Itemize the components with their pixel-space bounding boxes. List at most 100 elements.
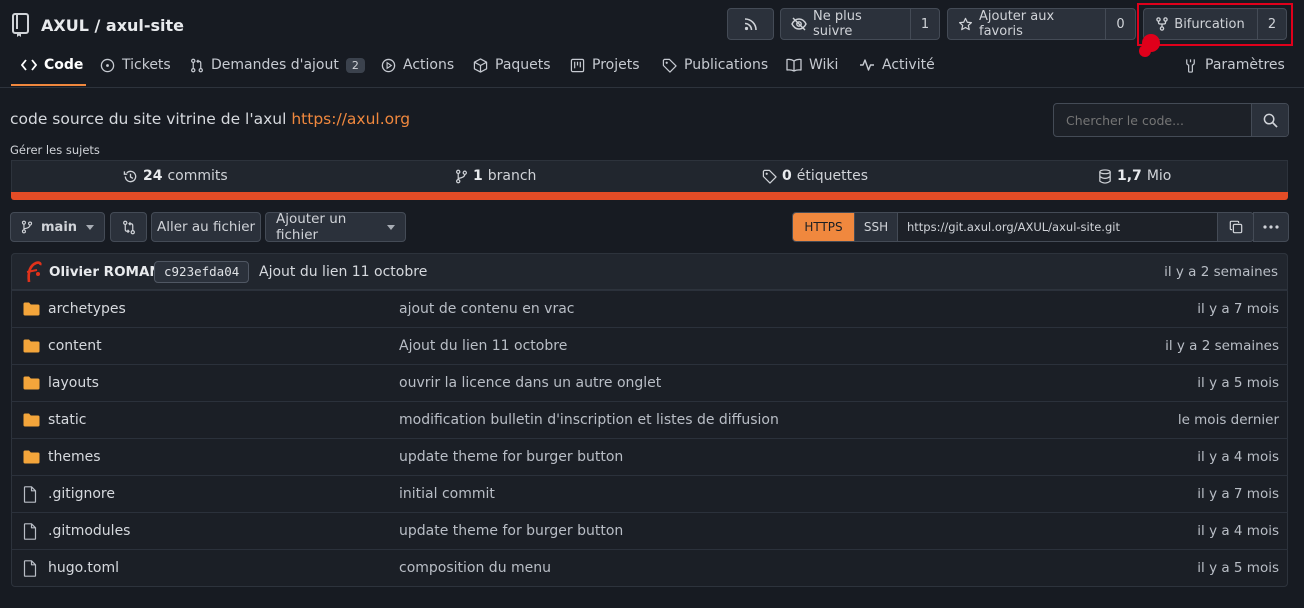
file-icon xyxy=(23,559,37,577)
compare-button[interactable] xyxy=(110,212,147,242)
file-row[interactable]: static modification bulletin d'inscriptio… xyxy=(11,401,1288,438)
book-icon xyxy=(786,58,802,72)
search-icon xyxy=(1263,113,1278,128)
more-options-button[interactable] xyxy=(1253,212,1289,242)
file-row[interactable]: themes update theme for burger button il y… xyxy=(11,438,1288,475)
history-icon xyxy=(123,169,138,184)
file-name-link[interactable]: hugo.toml xyxy=(48,560,119,576)
tab-pull-requests[interactable]: Demandes d'ajout 2 xyxy=(190,54,365,76)
unwatch-button[interactable]: Ne plus suivre 1 xyxy=(780,8,940,40)
commits-label: commits xyxy=(167,168,228,184)
description-text: code source du site vitrine de l'axul xyxy=(10,110,287,128)
repo-owner-link[interactable]: AXUL xyxy=(41,16,89,35)
unwatch-count[interactable]: 1 xyxy=(910,9,939,39)
language-bar xyxy=(11,192,1288,200)
tags-stat[interactable]: 0 étiquettes xyxy=(762,168,868,184)
branch-icon xyxy=(21,220,33,234)
file-commit-message[interactable]: composition du menu xyxy=(399,560,551,576)
commit-sha[interactable]: c923efda04 xyxy=(154,260,250,283)
folder-icon xyxy=(23,376,40,390)
commits-stat[interactable]: 24 commits xyxy=(123,168,228,184)
file-name-link[interactable]: static xyxy=(48,412,86,428)
file-name-link[interactable]: layouts xyxy=(48,375,99,391)
ssh-toggle[interactable]: SSH xyxy=(854,213,897,241)
file-row[interactable]: layouts ouvrir la licence dans un autre o… xyxy=(11,364,1288,401)
fork-count[interactable]: 2 xyxy=(1257,9,1286,39)
repo-name-link[interactable]: axul-site xyxy=(106,16,184,35)
file-commit-message[interactable]: ajout de contenu en vrac xyxy=(399,301,575,317)
file-commit-message[interactable]: update theme for burger button xyxy=(399,449,623,465)
star-label: Ajouter aux favoris xyxy=(979,9,1055,39)
size-count: 1,7 xyxy=(1117,168,1142,184)
settings-link[interactable]: Paramètres xyxy=(1183,54,1285,76)
tab-wiki[interactable]: Wiki xyxy=(786,54,838,76)
tab-tickets[interactable]: Tickets xyxy=(100,54,171,76)
add-file-label: Ajouter un fichier xyxy=(276,211,347,243)
repo-description: code source du site vitrine de l'axul ht… xyxy=(10,110,410,128)
file-row[interactable]: content Ajout du lien 11 octobre il y a 2 … xyxy=(11,327,1288,364)
eye-slash-icon xyxy=(791,17,807,31)
folder-icon xyxy=(23,413,40,427)
tab-actions[interactable]: Actions xyxy=(381,54,454,76)
file-row[interactable]: .gitignore initial commit il y a 7 mois xyxy=(11,475,1288,512)
star-button[interactable]: Ajouter aux favoris 0 xyxy=(947,8,1136,40)
tab-activity[interactable]: Activité xyxy=(859,54,935,76)
package-icon xyxy=(473,57,488,73)
website-link[interactable]: https://axul.org xyxy=(291,110,410,128)
file-name-link[interactable]: themes xyxy=(48,449,101,465)
branches-stat[interactable]: 1 branch xyxy=(455,168,536,184)
caret-down-icon xyxy=(86,224,94,230)
tab-code[interactable]: Code xyxy=(21,54,83,76)
star-count[interactable]: 0 xyxy=(1105,9,1135,39)
tab-releases-label: Publications xyxy=(684,57,769,73)
rss-button[interactable] xyxy=(727,8,774,40)
file-name-link[interactable]: .gitignore xyxy=(48,486,115,502)
file-commit-message[interactable]: Ajout du lien 11 octobre xyxy=(399,338,567,354)
tag-icon xyxy=(662,58,677,73)
go-to-file-button[interactable]: Aller au fichier xyxy=(151,212,261,242)
commit-author[interactable]: Olivier ROMAN xyxy=(49,264,161,280)
tab-packages[interactable]: Paquets xyxy=(473,54,551,76)
commit-message[interactable]: Ajout du lien 11 octobre xyxy=(259,264,427,280)
tags-count: 0 xyxy=(782,168,792,184)
add-file-button[interactable]: Ajouter un fichier xyxy=(265,211,406,243)
tab-projects[interactable]: Projets xyxy=(570,54,640,76)
file-commit-message[interactable]: initial commit xyxy=(399,486,495,502)
file-name-link[interactable]: content xyxy=(48,338,102,354)
commits-count: 24 xyxy=(143,168,163,184)
file-row[interactable]: .gitmodules update theme for burger butto… xyxy=(11,512,1288,549)
branch-selector[interactable]: main xyxy=(10,212,105,242)
search-input[interactable] xyxy=(1054,104,1251,136)
file-commit-time: il y a 7 mois xyxy=(1197,301,1279,317)
file-commit-message[interactable]: ouvrir la licence dans un autre onglet xyxy=(399,375,661,391)
tab-projects-label: Projets xyxy=(592,57,640,73)
database-icon xyxy=(1098,168,1112,184)
file-name-link[interactable]: archetypes xyxy=(48,301,126,317)
tab-pull-requests-label: Demandes d'ajout xyxy=(211,57,339,73)
file-commit-message[interactable]: update theme for burger button xyxy=(399,523,623,539)
file-row[interactable]: hugo.toml composition du menu il y a 5 moi… xyxy=(11,549,1288,586)
tool-icon xyxy=(1183,58,1198,73)
https-toggle[interactable]: HTTPS xyxy=(793,213,854,241)
copy-button[interactable] xyxy=(1217,213,1253,241)
fork-button[interactable]: Bifurcation 2 xyxy=(1143,8,1287,40)
pull-requests-count-badge: 2 xyxy=(345,57,365,73)
manage-topics-link[interactable]: Gérer les sujets xyxy=(10,143,100,157)
tab-wiki-label: Wiki xyxy=(809,57,839,73)
file-commit-message[interactable]: modification bulletin d'inscription et l… xyxy=(399,412,779,428)
star-icon xyxy=(958,17,973,32)
tags-label: étiquettes xyxy=(796,168,869,184)
file-commit-time: il y a 2 semaines xyxy=(1165,338,1279,354)
clone-url-input[interactable] xyxy=(897,213,1217,241)
tab-code-label: Code xyxy=(44,57,84,73)
tab-code-underline xyxy=(11,84,86,86)
branch-name: main xyxy=(41,219,78,235)
tag-icon xyxy=(762,169,777,184)
file-row[interactable]: archetypes ajout de contenu en vrac il y a… xyxy=(11,290,1288,327)
folder-icon xyxy=(23,450,40,464)
tab-releases[interactable]: Publications xyxy=(662,54,768,76)
pulse-icon xyxy=(859,58,875,72)
file-commit-time: il y a 5 mois xyxy=(1197,375,1279,391)
file-name-link[interactable]: .gitmodules xyxy=(48,523,130,539)
search-button[interactable] xyxy=(1251,104,1288,136)
